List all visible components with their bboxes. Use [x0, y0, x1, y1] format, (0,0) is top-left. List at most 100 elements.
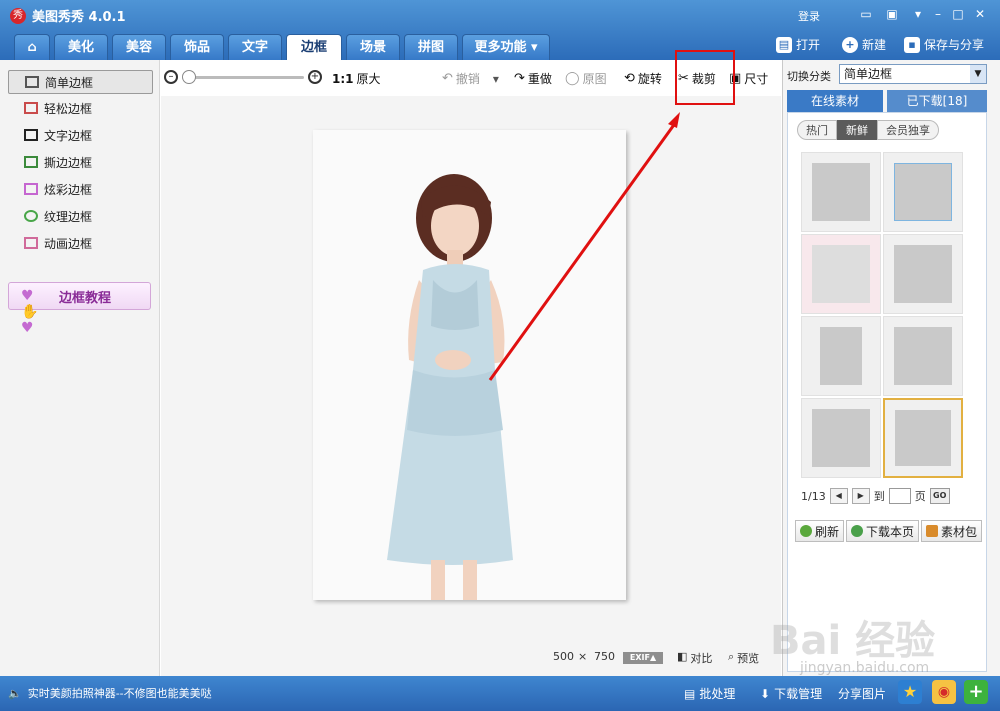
- share-image-button[interactable]: 分享图片: [838, 685, 886, 702]
- left-item-text-frame[interactable]: 文字边框: [8, 123, 153, 147]
- tab-collage[interactable]: 拼图: [404, 34, 458, 60]
- prev-page-icon[interactable]: ◀: [829, 488, 848, 504]
- frame-thumbnail-selected[interactable]: [883, 398, 963, 478]
- undo-dropdown-icon[interactable]: ▾: [493, 72, 499, 86]
- batch-button[interactable]: ▤ 批处理: [684, 685, 735, 702]
- weibo-icon[interactable]: ◉: [932, 680, 956, 704]
- title-bar: 秀 美图秀秀 4.0.1 登录 ▭ ▣ ▾ – □ ✕ ⌂ 美化 美容 饰品 文…: [0, 0, 1000, 60]
- image-height: 750: [594, 650, 615, 663]
- material-actions: 刷新 下载本页 素材包: [795, 520, 983, 542]
- frame-thumbnail[interactable]: [801, 316, 881, 396]
- plus-icon: +: [842, 36, 858, 53]
- frame-thumbnail[interactable]: [883, 316, 963, 396]
- zoom-slider-thumb[interactable]: [182, 70, 196, 84]
- tab-beauty[interactable]: 美容: [112, 34, 166, 60]
- rotate-button[interactable]: ⟲ 旋转: [624, 70, 662, 87]
- next-page-icon[interactable]: ▶: [851, 488, 870, 504]
- new-button[interactable]: + 新建: [842, 36, 886, 53]
- left-item-simple-frame[interactable]: 简单边框: [8, 70, 153, 94]
- download-manager-button[interactable]: ⬇ 下载管理: [760, 685, 822, 702]
- resize-label: 尺寸: [744, 72, 769, 86]
- redo-button[interactable]: ↷ 重做: [514, 70, 552, 87]
- batch-icon: ▤: [684, 686, 696, 701]
- undo-button[interactable]: ↶ 撤销 ▾: [442, 70, 499, 87]
- tab-text[interactable]: 文字: [228, 34, 282, 60]
- watermark-url: jingyan.baidu.com: [800, 660, 930, 676]
- save-share-label: 保存与分享: [924, 38, 985, 52]
- portrait-image: [313, 130, 626, 600]
- maximize-icon[interactable]: □: [950, 6, 966, 22]
- preview-icon: ⌕: [728, 650, 735, 663]
- frame-thumbnail[interactable]: [801, 152, 881, 232]
- frame-thumbnails: [801, 152, 965, 478]
- frame-tutorial-button[interactable]: ♥✋♥ 边框教程: [8, 282, 151, 336]
- home-icon: ⌂: [27, 40, 37, 55]
- filter-member[interactable]: 会员独享: [877, 120, 939, 140]
- minimize-icon[interactable]: –: [930, 6, 946, 22]
- goto-label: 到: [873, 490, 885, 503]
- add-share-icon[interactable]: +: [964, 680, 988, 704]
- frame-category-panel: 简单边框 轻松边框 文字边框 撕边边框 炫彩边框 纹理边框 动画边框 ♥✋♥ 边…: [0, 60, 160, 676]
- frame-thumbnail[interactable]: [883, 152, 963, 232]
- category-value: 简单边框: [844, 67, 893, 81]
- tab-more[interactable]: 更多功能 ▾: [462, 34, 550, 60]
- easy-frame-icon: [24, 102, 38, 114]
- chat-icon[interactable]: ▭: [858, 6, 874, 22]
- download-page-button[interactable]: 下载本页: [846, 520, 920, 542]
- settings-icon[interactable]: ▾: [910, 6, 926, 22]
- tab-accessories[interactable]: 饰品: [170, 34, 224, 60]
- login-link[interactable]: 登录: [798, 8, 820, 24]
- left-item-texture-frame[interactable]: 纹理边框: [8, 204, 153, 228]
- tab-home[interactable]: ⌂: [14, 34, 50, 60]
- zoom-in-icon[interactable]: +: [308, 70, 322, 84]
- filter-new[interactable]: 新鲜: [837, 120, 877, 140]
- go-button[interactable]: GO: [929, 488, 950, 504]
- left-item-colorful-frame[interactable]: 炫彩边框: [8, 177, 153, 201]
- save-share-button[interactable]: ▪ 保存与分享: [904, 36, 984, 53]
- category-select[interactable]: 简单边框 ▼: [839, 64, 987, 84]
- hand-icon: ♥✋♥: [21, 288, 39, 336]
- skin-icon[interactable]: ▣: [884, 6, 900, 22]
- redo-icon: ↷: [514, 71, 525, 86]
- refresh-button[interactable]: 刷新: [795, 520, 845, 542]
- tab-downloaded[interactable]: 已下载[18]: [887, 90, 987, 112]
- left-item-animated-frame[interactable]: 动画边框: [8, 231, 153, 255]
- tab-scenes[interactable]: 场景: [346, 34, 400, 60]
- preview-button[interactable]: ⌕ 预览: [728, 650, 759, 666]
- package-icon: [926, 525, 939, 537]
- material-pack-button[interactable]: 素材包: [921, 520, 983, 542]
- page-input[interactable]: [888, 488, 911, 504]
- frame-thumbnail[interactable]: [801, 234, 881, 314]
- open-button[interactable]: ▤ 打开: [776, 36, 820, 53]
- tab-frames[interactable]: 边框: [286, 34, 342, 60]
- zoom-out-icon[interactable]: –: [164, 70, 178, 84]
- dimension-separator: ×: [578, 650, 588, 663]
- promo-tip[interactable]: 🔈 实时美颜拍照神器--不修图也能美美哒: [8, 685, 212, 701]
- texture-frame-icon: [24, 210, 38, 222]
- original-button[interactable]: ◯ 原图: [565, 70, 607, 87]
- tab-online-material[interactable]: 在线素材: [787, 90, 883, 112]
- actual-size-button[interactable]: 1:1 原大: [332, 70, 381, 87]
- compare-button[interactable]: ◧ 对比: [677, 650, 712, 666]
- left-item-label: 撕边边框: [44, 155, 93, 170]
- promo-tip-text: 实时美颜拍照神器--不修图也能美美哒: [27, 687, 212, 700]
- refresh-label: 刷新: [815, 524, 840, 539]
- tab-beautify[interactable]: 美化: [54, 34, 108, 60]
- left-item-label: 纹理边框: [44, 209, 93, 224]
- filter-hot[interactable]: 热门: [797, 120, 837, 140]
- download-icon: [851, 525, 864, 537]
- left-item-label: 炫彩边框: [44, 182, 93, 197]
- speaker-icon: 🔈: [8, 686, 22, 700]
- left-item-torn-frame[interactable]: 撕边边框: [8, 150, 153, 174]
- qzone-star-icon[interactable]: ★: [898, 680, 922, 704]
- exif-button[interactable]: EXIF▲: [623, 652, 663, 664]
- frame-thumbnail[interactable]: [801, 398, 881, 478]
- compare-icon: ◧: [677, 650, 688, 663]
- close-icon[interactable]: ✕: [972, 6, 988, 22]
- colorful-frame-icon: [24, 183, 38, 195]
- zoom-slider[interactable]: [186, 76, 304, 79]
- batch-label: 批处理: [699, 687, 736, 701]
- left-item-label: 动画边框: [44, 236, 93, 251]
- left-item-easy-frame[interactable]: 轻松边框: [8, 96, 153, 120]
- frame-thumbnail[interactable]: [883, 234, 963, 314]
